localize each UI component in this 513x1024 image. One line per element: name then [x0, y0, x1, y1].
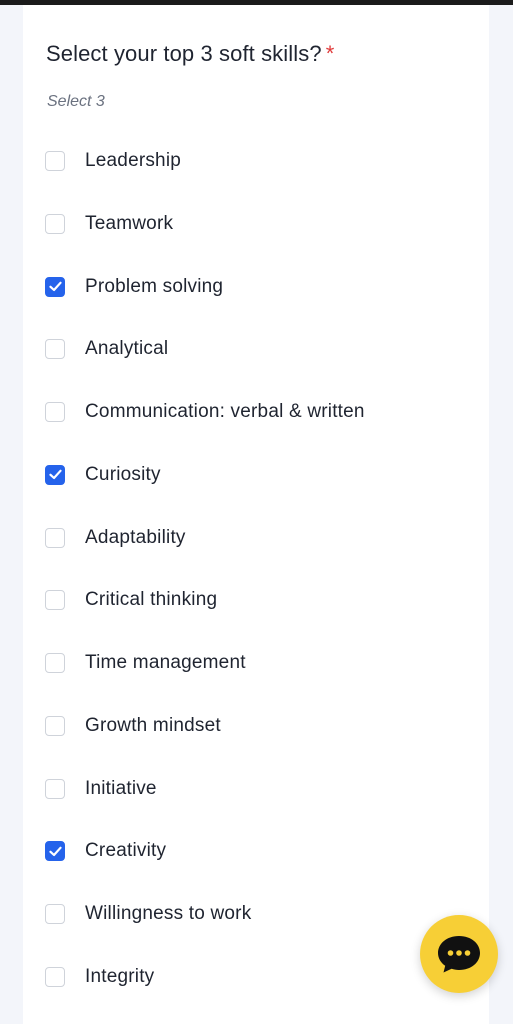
option-row[interactable]: Problem solving [45, 272, 475, 302]
question-hint: Select 3 [47, 93, 105, 110]
option-label: Integrity [85, 965, 155, 987]
option-row[interactable]: Integrity [45, 962, 475, 992]
chat-button[interactable] [420, 915, 498, 993]
checkbox[interactable] [45, 151, 65, 171]
option-label: Leadership [85, 150, 182, 171]
checkbox[interactable] [45, 590, 65, 611]
checkbox[interactable] [45, 904, 65, 924]
option-row[interactable]: Creativity [45, 836, 475, 866]
option-row[interactable]: Time management [45, 648, 475, 678]
checkbox[interactable] [45, 778, 65, 799]
option-row[interactable]: Curiosity [45, 460, 475, 490]
checkmark-icon [48, 846, 62, 856]
option-row[interactable]: Growth mindset [45, 711, 475, 741]
option-row[interactable]: Analytical [45, 334, 475, 364]
checkbox[interactable] [45, 841, 65, 862]
question-card: Select your top 3 soft skills? * Select 3… [23, 5, 489, 1024]
option-label: Time management [85, 652, 246, 673]
option-label: Initiative [85, 777, 157, 799]
checkmark-icon [48, 469, 62, 480]
checkbox[interactable] [45, 715, 65, 736]
checkbox[interactable] [45, 527, 65, 548]
option-label: Critical thinking [85, 589, 218, 611]
option-label: Creativity [85, 840, 167, 862]
option-label: Problem solving [85, 275, 224, 297]
option-label: Growth mindset [85, 714, 221, 736]
option-row[interactable]: Willingness to work [45, 899, 475, 929]
checkbox[interactable] [45, 402, 65, 422]
checkmark-icon [48, 281, 62, 292]
checkbox[interactable] [45, 339, 65, 360]
checkbox[interactable] [45, 276, 65, 297]
option-row[interactable]: Communication: verbal & written [45, 397, 475, 427]
checkbox[interactable] [45, 966, 65, 987]
checkbox[interactable] [45, 213, 65, 234]
option-label: Communication: verbal & written [85, 401, 365, 422]
option-row[interactable]: Leadership [45, 146, 475, 176]
option-row[interactable]: Critical thinking [45, 585, 475, 615]
option-label: Adaptability [85, 526, 186, 548]
checkbox[interactable] [45, 464, 65, 485]
option-row[interactable]: Teamwork [45, 209, 475, 239]
question-title: Select your top 3 soft skills? * [46, 41, 334, 67]
option-label: Willingness to work [85, 903, 252, 924]
option-row[interactable]: Adaptability [45, 523, 475, 553]
option-label: Curiosity [85, 463, 161, 485]
option-label: Analytical [85, 338, 169, 360]
question-text: Select your top 3 soft skills? [46, 41, 322, 66]
option-label: Teamwork [85, 212, 174, 234]
checkbox[interactable] [45, 653, 65, 673]
required-asterisk: * [325, 41, 335, 66]
option-row[interactable]: Initiative [45, 774, 475, 804]
chat-bubble-icon [438, 936, 480, 973]
